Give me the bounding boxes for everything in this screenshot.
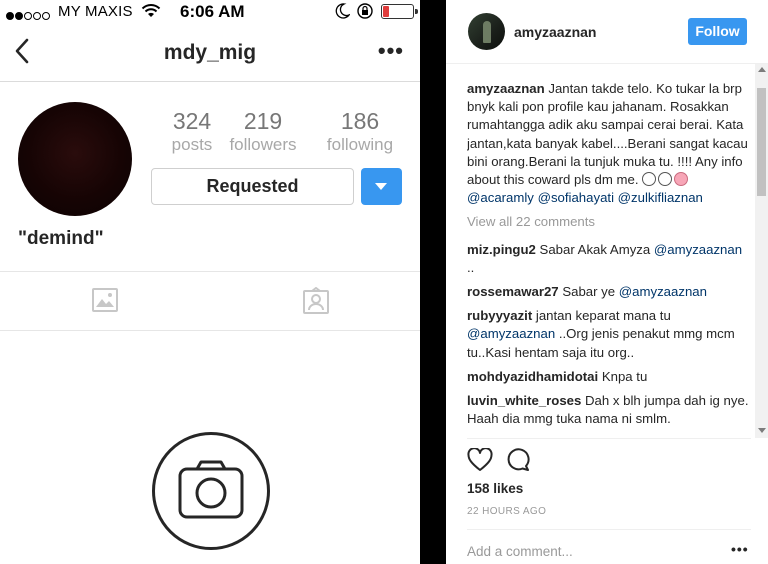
profile-username: mdy_mig xyxy=(163,41,257,64)
mention-link[interactable]: @acaramly xyxy=(467,190,534,205)
scrollbar-thumb[interactable] xyxy=(757,88,766,196)
caption-username[interactable]: amyzaaznan xyxy=(467,81,545,96)
mention-link[interactable]: @amyzaaznan xyxy=(654,242,742,257)
scroll-up-arrow-icon[interactable] xyxy=(758,67,766,72)
comment: miz.pingu2 Sabar Akak Amyza @amyzaaznan … xyxy=(467,241,751,277)
comment-text: jantan keparat mana tu xyxy=(532,308,671,324)
ghost-emoji-icon xyxy=(658,172,673,187)
post-author-username[interactable]: amyzaaznan xyxy=(514,24,596,40)
comment: luvin_white_roses Dah x blh jumpa dah ig… xyxy=(467,392,751,428)
comment-username[interactable]: luvin_white_roses xyxy=(467,393,581,408)
post-author-avatar[interactable] xyxy=(468,13,505,50)
comment: rubyyyazit jantan keparat mana tu @amyza… xyxy=(467,307,751,362)
view-all-comments-link[interactable]: View all 22 comments xyxy=(467,213,751,231)
following-label: following xyxy=(326,135,394,154)
followers-count: 219 xyxy=(243,108,283,134)
posts-label: posts xyxy=(171,135,213,154)
orientation-lock-icon xyxy=(356,2,374,25)
comment-text-tail: .. xyxy=(467,259,475,275)
comment-username[interactable]: rossemawar27 xyxy=(467,284,559,299)
grid-photo-icon[interactable] xyxy=(91,287,119,318)
mention-link[interactable]: @sofiahayati xyxy=(538,190,614,205)
comment-username[interactable]: rubyyyazit xyxy=(467,308,532,323)
scroll-down-arrow-icon[interactable] xyxy=(758,428,766,433)
signal-strength-icon xyxy=(6,7,51,25)
comment-bubble-icon[interactable] xyxy=(506,448,530,477)
comment-text: Sabar Akak Amyza xyxy=(535,241,654,257)
mention-link[interactable]: @zulkifliaznan xyxy=(618,190,703,205)
post-header: amyzaaznan Follow xyxy=(446,0,768,64)
comments-list: amyzaaznan Jantan takde telo. Ko tukar l… xyxy=(467,80,751,438)
comment: mohdyazidhamidotai Knpa tu xyxy=(467,368,751,386)
comment: rossemawar27 Sabar ye @amyzaaznan xyxy=(467,283,751,301)
follow-button[interactable]: Follow xyxy=(688,18,747,45)
suggestions-dropdown-button[interactable] xyxy=(361,168,402,205)
ghost-emoji-icon xyxy=(642,172,657,187)
followers-label: followers xyxy=(229,135,297,154)
carrier-name: MY MAXIS xyxy=(58,3,133,20)
following-stat[interactable]: 186 following xyxy=(320,108,400,155)
divider xyxy=(0,330,420,331)
mention-link[interactable]: @amyzaaznan xyxy=(467,326,555,341)
caption-text: Jantan takde telo. Ko tukar la brp bnyk … xyxy=(467,81,748,188)
wifi-icon xyxy=(141,3,161,24)
comment-text: Sabar ye xyxy=(558,284,619,300)
camera-icon xyxy=(152,432,270,550)
likes-count[interactable]: 158 likes xyxy=(467,481,523,496)
tagged-user-icon[interactable] xyxy=(302,286,330,320)
comment-username[interactable]: miz.pingu2 xyxy=(467,242,536,257)
profile-avatar[interactable] xyxy=(18,102,132,216)
more-options-icon[interactable]: ••• xyxy=(378,40,404,62)
posts-stat[interactable]: 324 posts xyxy=(152,108,232,155)
divider xyxy=(467,529,751,530)
caption: amyzaaznan Jantan takde telo. Ko tukar l… xyxy=(467,80,751,207)
status-bar: MY MAXIS 6:06 AM xyxy=(0,0,420,24)
image-gap xyxy=(420,0,446,564)
add-comment-input[interactable]: Add a comment... xyxy=(467,544,573,559)
mention-link[interactable]: @amyzaaznan xyxy=(619,284,707,299)
post-more-options-icon[interactable]: ••• xyxy=(731,541,749,557)
divider xyxy=(467,438,751,439)
dropdown-caret-icon xyxy=(375,183,387,190)
profile-full-name: "demind" xyxy=(18,228,104,249)
top-nav-bar: mdy_mig ••• xyxy=(0,24,420,82)
profile-screen: MY MAXIS 6:06 AM mdy_mig ••• 324 posts 2… xyxy=(0,0,420,564)
followers-stat[interactable]: 219 followers xyxy=(222,108,304,155)
comment-username[interactable]: mohdyazidhamidotai xyxy=(467,369,598,384)
pig-emoji-icon xyxy=(674,172,689,187)
posts-count: 324 xyxy=(172,108,212,134)
clock: 6:06 AM xyxy=(180,2,245,21)
requested-button[interactable]: Requested xyxy=(151,168,354,205)
post-timestamp: 22 HOURS AGO xyxy=(467,506,547,517)
divider xyxy=(0,271,420,272)
battery-icon xyxy=(381,4,418,19)
post-panel: amyzaaznan Follow amyzaaznan Jantan takd… xyxy=(446,0,768,564)
following-count: 186 xyxy=(340,108,380,134)
heart-icon[interactable] xyxy=(467,447,493,477)
moon-icon xyxy=(335,3,351,24)
comment-text: Knpa tu xyxy=(598,368,648,384)
